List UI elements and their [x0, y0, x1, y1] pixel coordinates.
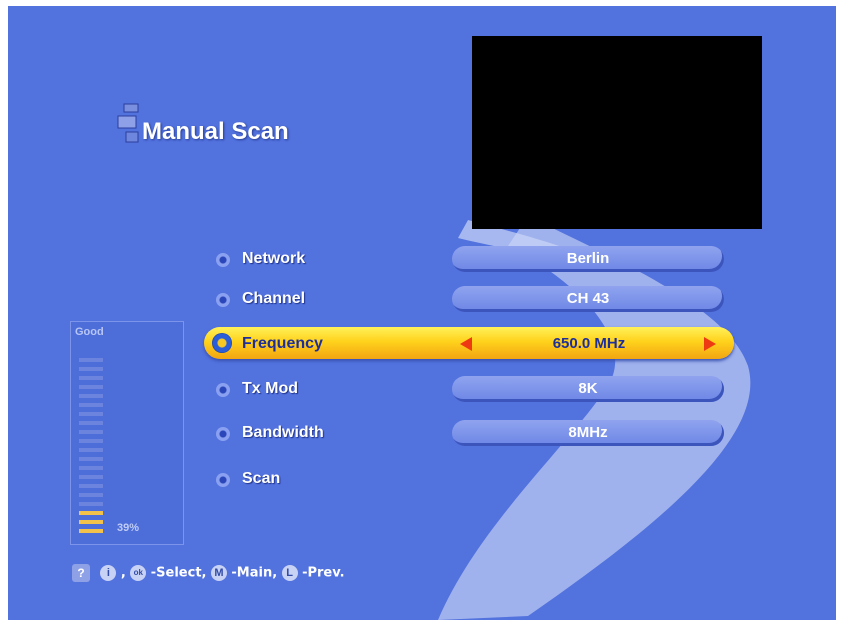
network-value-field[interactable]: Berlin [452, 246, 724, 272]
signal-tick [79, 394, 103, 398]
menu-item-channel[interactable]: Channel CH 43 [204, 284, 734, 318]
prev-hint: -Prev. [302, 565, 345, 581]
menu-item-network[interactable]: Network Berlin [204, 244, 734, 278]
signal-level-text: 39% [117, 522, 140, 534]
menu-item-scan[interactable]: Scan [204, 464, 734, 498]
bullet-icon [216, 383, 230, 397]
arrow-right-icon[interactable] [704, 337, 716, 351]
signal-bars [79, 352, 103, 538]
title-text: Manual Scan [142, 118, 289, 145]
signal-tick [79, 457, 103, 461]
key-hints: ? i , ok -Select, M -Main, L -Prev. [72, 564, 345, 586]
menu-item-bandwidth[interactable]: Bandwidth 8MHz [204, 418, 734, 452]
signal-tick [79, 376, 103, 380]
prev-key-icon: L [281, 565, 298, 581]
bandwidth-value-field[interactable]: 8MHz [452, 420, 724, 446]
signal-tick [79, 367, 103, 371]
bullet-icon [216, 253, 230, 267]
signal-tick [79, 421, 103, 425]
signal-tick [79, 448, 103, 452]
signal-tick [79, 493, 103, 497]
menu-item-value: Berlin [566, 250, 610, 267]
signal-tick [79, 412, 103, 416]
menu-item-label: Tx Mod [242, 380, 298, 397]
ok-key-icon: ok [130, 565, 147, 581]
main-hint: -Main, [231, 565, 278, 581]
signal-tick [79, 466, 103, 470]
menu-item-label: Bandwidth [242, 424, 324, 441]
signal-tick [79, 502, 103, 506]
menu-item-label: Network [242, 250, 306, 267]
bullet-icon [216, 427, 230, 441]
bullet-icon [216, 293, 230, 307]
signal-tick [79, 484, 103, 488]
menu-item-value: 650.0 MHz [552, 335, 626, 352]
help-icon: ? [72, 564, 90, 582]
signal-tick [79, 403, 103, 407]
menu-item-label: Channel [242, 290, 306, 307]
bullet-icon [212, 333, 232, 353]
menu-item-value: 8MHz [568, 424, 608, 441]
info-key-icon: i [100, 565, 117, 581]
signal-tick [79, 385, 103, 389]
signal-quality-label: Good [75, 326, 104, 338]
signal-tick [79, 430, 103, 434]
menu-item-label: Scan [242, 470, 281, 487]
signal-tick [79, 439, 103, 443]
menu-item-frequency[interactable]: Frequency 650.0 MHz [204, 327, 734, 361]
signal-tick [79, 475, 103, 479]
channel-value-field[interactable]: CH 43 [452, 286, 724, 312]
menu-item-label: Frequency [242, 335, 323, 352]
select-hint: -Select, [150, 565, 207, 581]
signal-tick [79, 529, 103, 533]
menu-key-icon: M [210, 565, 227, 581]
signal-meter: Good 39% [70, 321, 184, 545]
video-preview [472, 36, 762, 229]
tv-screen: Manual Scan Network Berlin Channel CH 43… [8, 6, 836, 620]
menu-item-value: CH 43 [566, 290, 610, 307]
signal-tick [79, 358, 103, 362]
menu-item-value: 8K [578, 380, 598, 397]
tx-mod-value-field[interactable]: 8K [452, 376, 724, 402]
signal-tick [79, 520, 103, 524]
menu-item-tx-mod[interactable]: Tx Mod 8K [204, 374, 734, 408]
signal-tick [79, 511, 103, 515]
bullet-icon [216, 473, 230, 487]
